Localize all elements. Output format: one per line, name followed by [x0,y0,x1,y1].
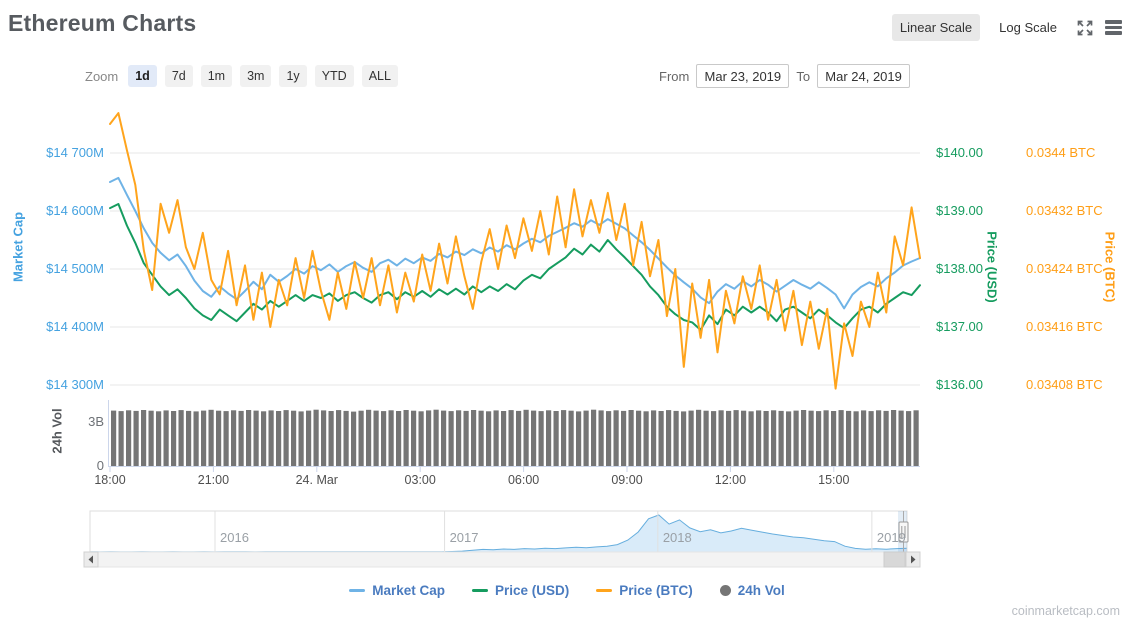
market-cap-tick-label: $14 700M [46,145,104,160]
legend-item-price-usd[interactable]: Price (USD) [471,583,569,598]
price-usd-tick-label: $139.00 [936,203,983,218]
market-cap-swatch [349,589,366,592]
x-axis-label: 15:00 [818,473,850,487]
market-cap-axis-title: Market Cap [10,211,26,283]
price-btc-tick-label: 0.03424 BTC [1026,261,1103,276]
x-axis-label: 18:00 [94,473,126,487]
price-usd-tick-label: $137.00 [936,319,983,334]
x-axis-label: 12:00 [714,473,747,487]
volume-bars [111,409,919,466]
market-cap-tick-label: $14 400M [46,319,104,334]
price-btc-series-line [109,112,921,390]
navigator-year-label: 2017 [449,530,479,545]
price-chart[interactable] [0,0,1134,624]
price-btc-tick-label: 0.03432 BTC [1026,203,1103,218]
volume-tick-label: 0 [96,458,104,473]
price-btc-tick-label: 0.03408 BTC [1026,377,1103,392]
volume-swatch [719,585,731,596]
scrollbar-thumb[interactable] [883,551,906,568]
price-usd-tick-label: $136.00 [936,377,983,392]
x-axis-label: 21:00 [197,473,230,487]
price-btc-tick-label: 0.0344 BTC [1026,145,1096,160]
legend-item-price-btc[interactable]: Price (BTC) [596,583,693,598]
navigator-area[interactable] [89,514,908,554]
watermark: coinmarketcap.com [1011,604,1120,618]
market-cap-tick-label: $14 300M [46,377,104,392]
x-axis-label: 09:00 [611,473,643,487]
x-axis-label: 06:00 [507,473,540,487]
navigator-year-label: 2019 [876,530,906,545]
x-axis-label: 03:00 [404,473,436,487]
chart-legend: Market Cap Price (USD) Price (BTC) 24h V… [0,583,1134,598]
x-axis-label: 24. Mar [295,473,338,487]
price-usd-axis-title: Price (USD) [984,231,1000,303]
price-btc-tick-label: 0.03416 BTC [1026,319,1103,334]
volume-axis-title: 24h Vol [49,408,65,454]
price-btc-axis-title: Price (BTC) [1102,231,1118,303]
price-usd-tick-label: $138.00 [936,261,983,276]
legend-item-24h-vol[interactable]: 24h Vol [719,583,785,598]
price-usd-tick-label: $140.00 [936,145,983,160]
legend-item-market-cap[interactable]: Market Cap [349,583,445,598]
ethereum-charts-page: Ethereum Charts Linear Scale Log Scale Z… [0,0,1134,624]
navigator-year-label: 2016 [220,530,249,545]
price-usd-swatch [471,589,488,592]
navigator-year-label: 2018 [662,530,692,545]
scrollbar-track[interactable] [97,551,907,568]
price-btc-swatch [596,589,613,592]
